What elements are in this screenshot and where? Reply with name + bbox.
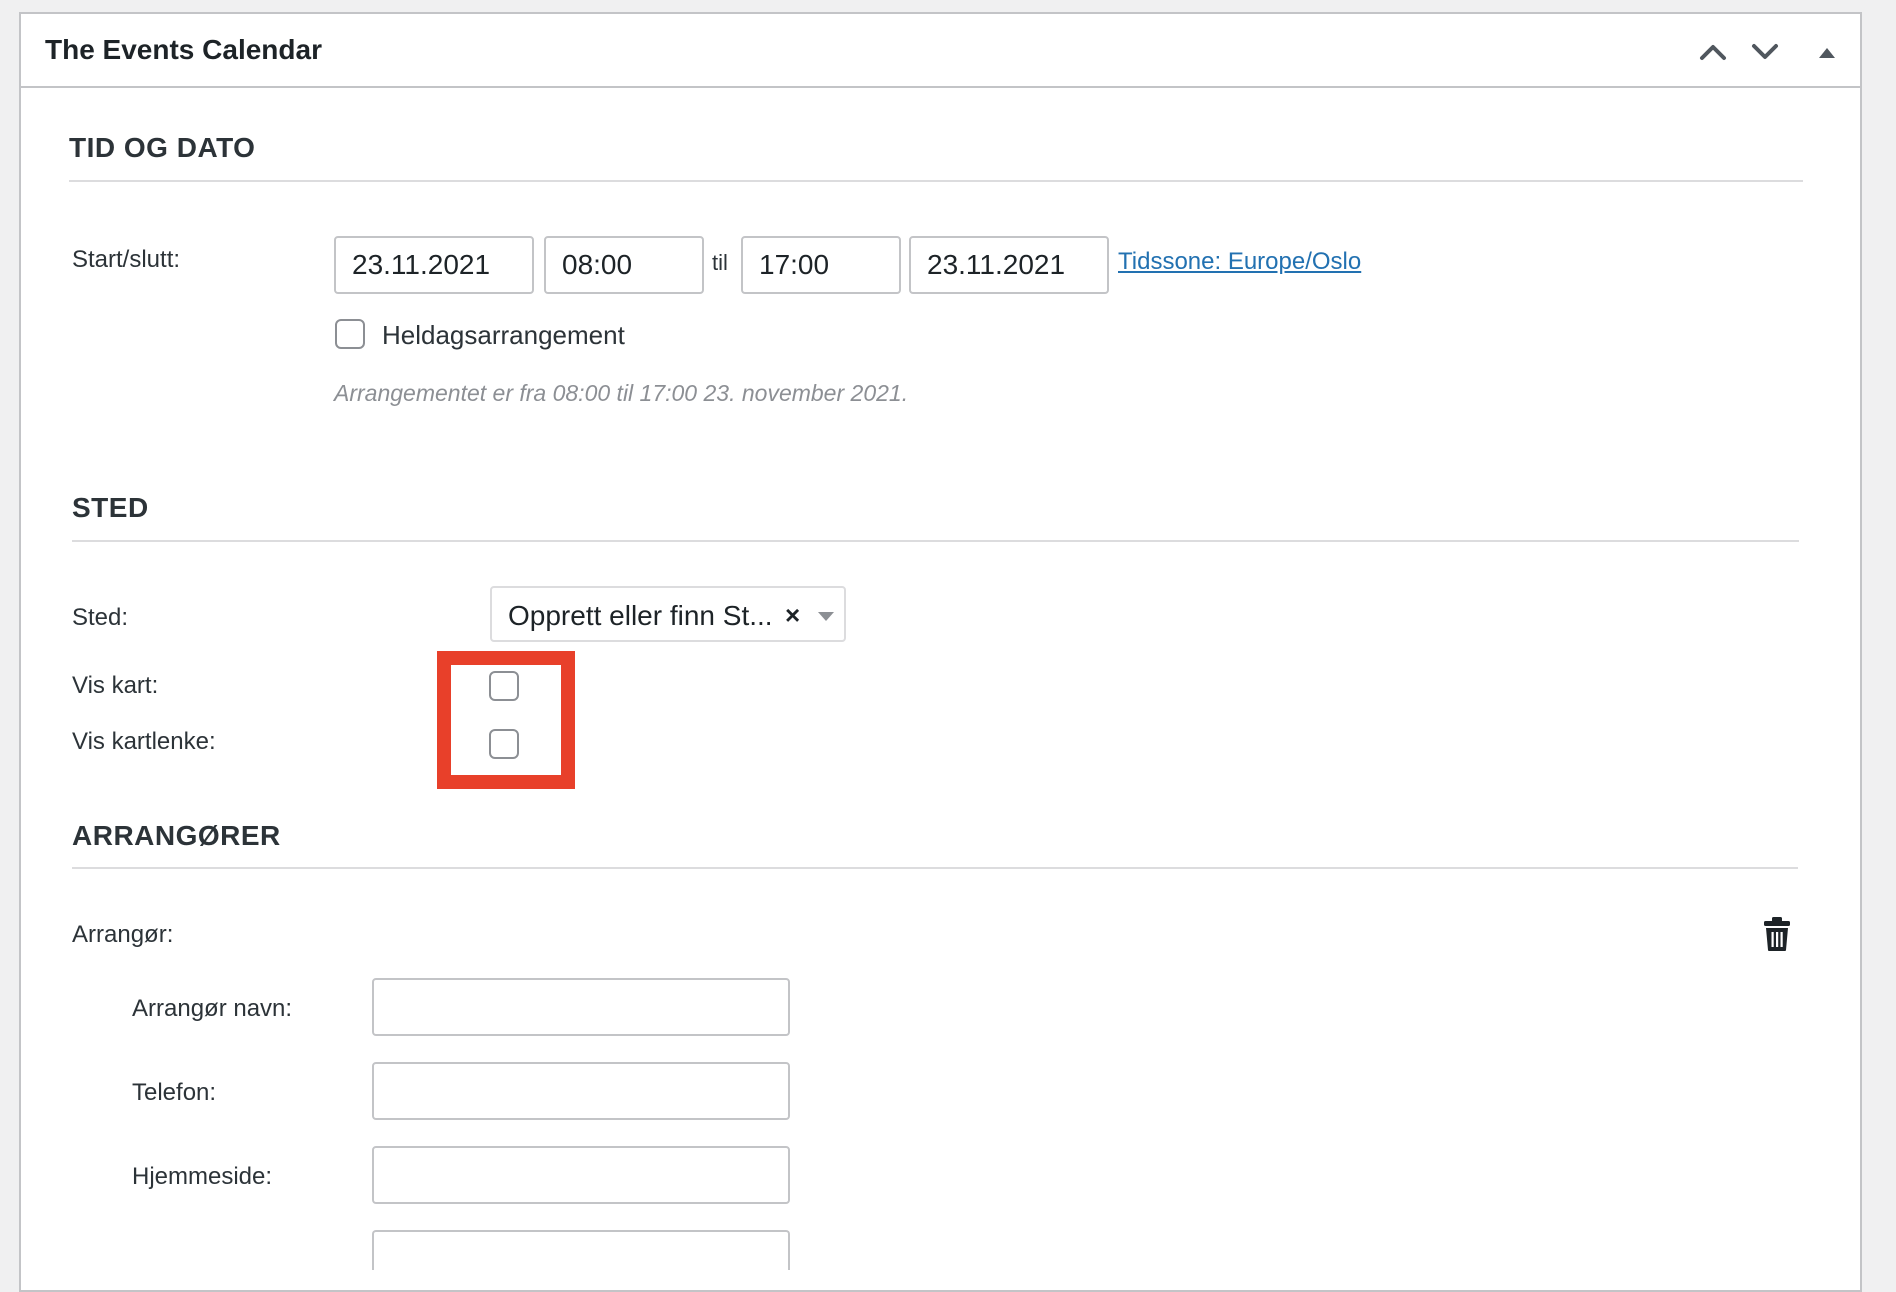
chevron-down-icon — [1752, 44, 1778, 59]
organizer-name-input[interactable] — [372, 978, 790, 1036]
move-down-button[interactable] — [1745, 32, 1785, 72]
to-label: til — [712, 250, 728, 275]
clear-selection-icon[interactable]: × — [785, 602, 800, 628]
section-divider — [72, 540, 1799, 542]
chevron-up-icon — [1700, 45, 1726, 60]
venue-select[interactable]: Opprett eller finn St... × — [490, 586, 846, 642]
venue-select-value: Opprett eller finn St... — [508, 600, 773, 631]
trash-icon — [1764, 917, 1790, 951]
panel-header: The Events Calendar — [21, 14, 1860, 88]
organizer-label: Arrangør: — [72, 921, 174, 948]
start-end-label: Start/slutt: — [72, 246, 181, 273]
show-map-checkbox[interactable] — [489, 671, 519, 701]
events-calendar-panel: The Events Calendar TID OG DATO Start/sl… — [19, 12, 1862, 1292]
move-up-button[interactable] — [1693, 32, 1733, 72]
panel-title: The Events Calendar — [45, 34, 322, 65]
dropdown-arrow-icon — [818, 612, 834, 621]
section-divider — [69, 180, 1803, 182]
event-time-summary: Arrangementet er fra 08:00 til 17:00 23.… — [334, 380, 909, 406]
show-map-link-checkbox[interactable] — [489, 729, 519, 759]
section-title-organizers: ARRANGØRER — [72, 820, 281, 851]
start-date-input[interactable] — [334, 236, 534, 294]
section-title-venue: STED — [72, 492, 149, 523]
all-day-label: Heldagsarrangement — [382, 320, 625, 350]
toggle-panel-button[interactable] — [1807, 32, 1847, 72]
end-date-input[interactable] — [909, 236, 1109, 294]
website-input[interactable] — [372, 1146, 790, 1204]
email-input[interactable] — [372, 1230, 790, 1270]
website-label: Hjemmeside: — [132, 1163, 273, 1190]
delete-organizer-button[interactable] — [1762, 916, 1792, 952]
organizer-name-label: Arrangør navn: — [132, 995, 293, 1022]
venue-label: Sted: — [72, 604, 129, 631]
triangle-up-icon — [1819, 48, 1835, 58]
start-time-input[interactable] — [544, 236, 704, 294]
timezone-link[interactable]: Tidssone: Europe/Oslo — [1118, 248, 1361, 276]
section-title-time-date: TID OG DATO — [69, 132, 256, 163]
section-divider — [72, 867, 1798, 869]
phone-input[interactable] — [372, 1062, 790, 1120]
all-day-checkbox[interactable] — [335, 319, 365, 349]
phone-label: Telefon: — [132, 1079, 217, 1106]
end-time-input[interactable] — [741, 236, 901, 294]
show-map-label: Vis kart: — [72, 672, 159, 699]
show-map-link-label: Vis kartlenke: — [72, 728, 216, 755]
